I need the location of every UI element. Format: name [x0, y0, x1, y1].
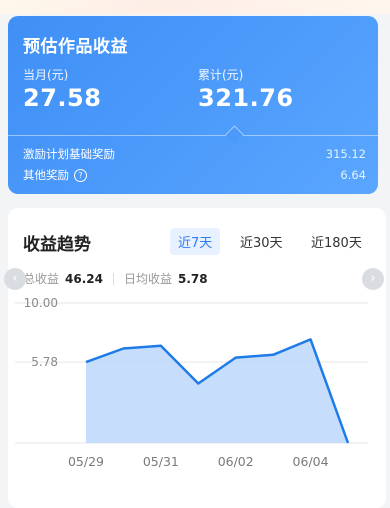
tab-7-days[interactable]: 近7天	[170, 228, 220, 255]
total-earnings-value: 46.24	[65, 272, 103, 286]
summary-separator	[113, 273, 114, 285]
x-tick-label: 06/02	[218, 454, 254, 469]
reward-row-label: 激励计划基础奖励	[23, 146, 115, 162]
daily-average-value: 5.78	[178, 272, 208, 286]
cumulative-label: 累计(元)	[198, 66, 243, 83]
reward-row-value: 6.64	[340, 168, 366, 182]
y-tick-label: 10.00	[24, 296, 58, 310]
total-earnings-label: 总收益	[23, 270, 59, 287]
series-area	[86, 339, 348, 443]
chevron-right-icon[interactable]: ›	[362, 268, 384, 290]
reward-row-other[interactable]: 其他奖励? 6.64	[23, 167, 366, 183]
current-month-value: 27.58	[23, 84, 101, 112]
current-month-label: 当月(元)	[23, 66, 68, 83]
tab-180-days[interactable]: 近180天	[303, 228, 370, 255]
chevron-left-icon[interactable]: ‹	[4, 268, 26, 290]
daily-average-label: 日均收益	[124, 270, 172, 287]
help-icon[interactable]: ?	[74, 169, 87, 182]
reward-row-basic[interactable]: 激励计划基础奖励 315.12	[23, 146, 366, 162]
y-tick-label: 5.78	[31, 355, 58, 369]
reward-row-label: 其他奖励	[23, 168, 69, 182]
top-background	[0, 0, 390, 14]
cumulative-value: 321.76	[198, 84, 294, 112]
earnings-divider	[8, 135, 378, 136]
reward-row-value: 315.12	[326, 147, 366, 161]
earnings-pointer	[225, 125, 243, 143]
x-tick-label: 05/31	[143, 454, 179, 469]
trend-card-title: 收益趋势	[23, 230, 91, 255]
earnings-card-title: 预估作品收益	[23, 32, 128, 57]
tab-30-days[interactable]: 近30天	[232, 228, 291, 255]
x-tick-label: 05/29	[68, 454, 104, 469]
trend-chart: 10.00 5.78 05/29 05/31 06/02 06/04	[0, 290, 390, 492]
earnings-card: 预估作品收益 当月(元) 27.58 累计(元) 321.76 激励计划基础奖励…	[8, 16, 378, 194]
x-tick-label: 06/04	[293, 454, 329, 469]
trend-summary: 总收益 46.24 日均收益 5.78	[23, 270, 208, 287]
